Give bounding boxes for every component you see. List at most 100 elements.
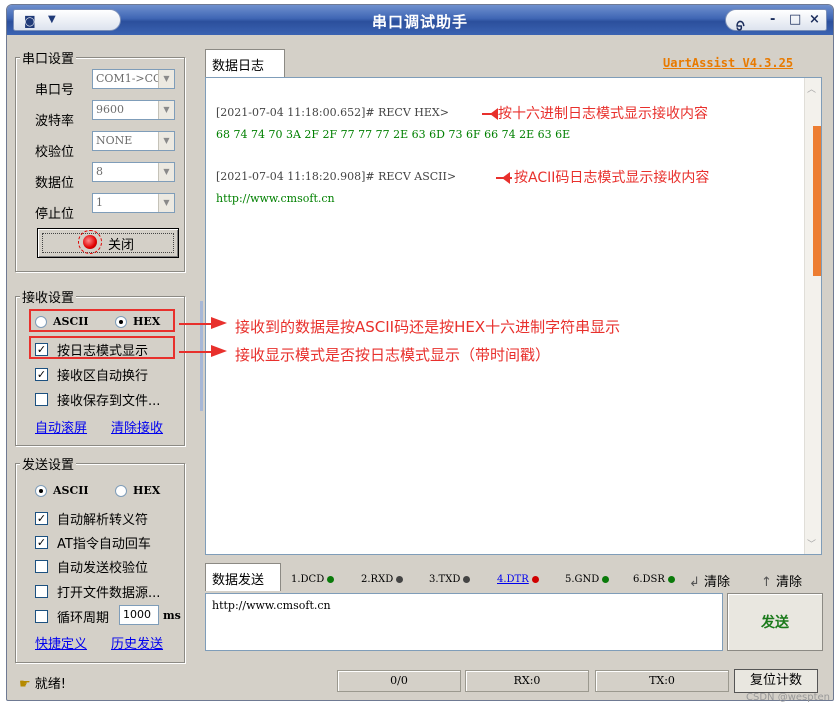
open-file-label: 打开文件数据源... — [57, 586, 161, 601]
at-cr-label: AT指令自动回车 — [57, 537, 151, 552]
reset-count-button[interactable]: 复位计数 — [734, 669, 818, 693]
send-hex-label: HEX — [133, 484, 161, 497]
stopbits-select[interactable]: 1 ▼ — [92, 193, 175, 213]
save-file-checkbox[interactable] — [35, 393, 48, 406]
tab-data-log[interactable]: 数据日志 — [205, 49, 285, 77]
led-icon — [327, 576, 335, 583]
send-ascii-label: ASCII — [53, 484, 89, 497]
annotation-receive-format: 接收到的数据是按ASCII码还是按HEX十六进制字符串显示 — [235, 318, 621, 336]
auto-checksum-label: 自动发送校验位 — [57, 561, 149, 576]
auto-wrap-checkbox[interactable]: ✓ — [35, 368, 48, 381]
scroll-thumb[interactable] — [813, 126, 821, 276]
annotation-log-mode: 接收显示模式是否按日志模式显示（带时间戳） — [235, 346, 551, 364]
group-title: 串口设置 — [20, 48, 77, 67]
history-link[interactable]: 历史发送 — [111, 633, 163, 652]
led-icon — [463, 576, 471, 583]
signal-dcd: 1.DCD — [291, 574, 335, 585]
status-ready: ☛ 就绪! — [19, 673, 66, 692]
clear-receive-link[interactable]: 清除接收 — [111, 417, 163, 436]
signal-label: 5.GND — [565, 574, 600, 585]
save-file-label: 接收保存到文件... — [57, 394, 161, 409]
send-hex-radio[interactable] — [115, 485, 127, 497]
signal-label: 3.TXD — [429, 574, 461, 585]
signal-rxd: 2.RXD — [361, 574, 404, 585]
log-entry-data: http://www.cmsoft.cn — [216, 192, 335, 205]
baud-value: 9600 — [96, 103, 124, 116]
auto-scroll-link[interactable]: 自动滚屏 — [35, 417, 87, 436]
chevron-down-icon[interactable]: ▼ — [158, 70, 174, 88]
window-title: 串口调试助手 — [371, 13, 468, 31]
hand-icon: ☛ — [19, 677, 31, 692]
signal-dtr[interactable]: 4.DTR — [497, 574, 539, 585]
status-counter: 0/0 — [337, 670, 461, 692]
status-bar: ☛ 就绪! 0/0 RX:0 TX:0 复位计数 — [7, 667, 833, 699]
led-icon — [396, 576, 404, 583]
log-entry-header: [2021-07-04 11:18:20.908]# RECV ASCII> — [216, 170, 457, 183]
led-icon — [667, 576, 675, 583]
chevron-down-icon[interactable]: ▼ — [158, 132, 174, 150]
chevron-down-icon[interactable]: ▼ — [158, 163, 174, 181]
databits-value: 8 — [96, 165, 103, 178]
send-input[interactable]: http://www.cmsoft.cn — [205, 593, 723, 651]
annotation-hex-log: 按十六进制日志模式显示接收内容 — [498, 106, 708, 122]
port-select[interactable]: COM1->COM ▼ — [92, 69, 175, 89]
clear-send-button[interactable]: ↑ 清除 — [761, 571, 802, 590]
databits-select[interactable]: 8 ▼ — [92, 162, 175, 182]
auto-wrap-label: 接收区自动换行 — [57, 369, 149, 384]
clear-icon: ↲ — [689, 575, 700, 590]
signal-label: 2.RXD — [361, 574, 394, 585]
log-entry-header: [2021-07-04 11:18:00.652]# RECV HEX> — [216, 106, 449, 119]
version-link[interactable]: UartAssist V4.3.25 — [663, 56, 793, 70]
pin-icon[interactable]: ᢒ — [736, 12, 745, 35]
loop-checkbox[interactable] — [35, 610, 48, 623]
led-icon — [602, 576, 610, 583]
annotation-ascii-log: 按ACII码日志模式显示接收内容 — [514, 170, 710, 186]
parse-escape-label: 自动解析转义符 — [57, 513, 149, 528]
group-title: 接收设置 — [20, 287, 77, 306]
port-label: 串口号 — [35, 83, 75, 98]
auto-checksum-checkbox[interactable] — [35, 560, 48, 573]
status-tx: TX:0 — [595, 670, 729, 692]
minimize-button[interactable]: - — [770, 12, 775, 27]
scroll-down-icon[interactable]: ﹀ — [807, 537, 816, 550]
window-controls: ᢒ - □ × — [725, 9, 827, 35]
databits-label: 数据位 — [35, 176, 75, 191]
watermark: CSDN @wespten — [746, 692, 830, 703]
signal-gnd: 5.GND — [565, 574, 610, 585]
baud-label: 波特率 — [35, 114, 75, 129]
parse-escape-checkbox[interactable]: ✓ — [35, 512, 48, 525]
parity-select[interactable]: NONE ▼ — [92, 131, 175, 151]
chevron-down-icon[interactable]: ▼ — [158, 101, 174, 119]
loop-unit: ms — [163, 609, 181, 622]
close-port-label: 关闭 — [108, 238, 135, 253]
arrow-head — [211, 345, 227, 357]
clear-receive-button[interactable]: ↲ 清除 — [689, 571, 730, 590]
open-file-checkbox[interactable] — [35, 585, 48, 598]
tab-data-send[interactable]: 数据发送 — [205, 563, 281, 591]
arrow-line — [179, 351, 213, 353]
baud-select[interactable]: 9600 ▼ — [92, 100, 175, 120]
loop-period-input[interactable]: 1000 — [119, 605, 159, 625]
shortcut-link[interactable]: 快捷定义 — [35, 633, 87, 652]
close-window-button[interactable]: × — [809, 12, 820, 27]
send-button[interactable]: 发送 — [727, 593, 823, 651]
title-bar[interactable]: ◙ ▼ 串口调试助手 ᢒ - □ × — [7, 5, 833, 35]
maximize-button[interactable]: □ — [789, 12, 801, 27]
log-entry-data: 68 74 74 70 3A 2F 2F 77 77 77 2E 63 6D 7… — [216, 128, 571, 141]
send-tab-bar: 数据发送 1.DCD 2.RXD 3.TXD 4.DTR 5.GND 6.DSR… — [205, 563, 825, 591]
send-ascii-radio[interactable] — [35, 485, 47, 497]
arrow-head — [490, 108, 498, 120]
scroll-up-icon[interactable]: ︿ — [807, 82, 816, 95]
signal-label: 1.DCD — [291, 574, 325, 585]
group-title: 发送设置 — [20, 454, 77, 473]
log-scrollbar[interactable]: ︿ ﹀ — [804, 78, 821, 554]
at-cr-checkbox[interactable]: ✓ — [35, 536, 48, 549]
splitter-handle[interactable] — [200, 301, 203, 411]
close-port-button[interactable]: 关闭 — [37, 228, 179, 258]
status-rx: RX:0 — [465, 670, 589, 692]
signal-dsr: 6.DSR — [633, 574, 675, 585]
chevron-down-icon[interactable]: ▼ — [158, 194, 174, 212]
arrow-line — [179, 323, 213, 325]
arrow-head — [211, 317, 227, 329]
loop-period-value: 1000 — [123, 608, 151, 621]
